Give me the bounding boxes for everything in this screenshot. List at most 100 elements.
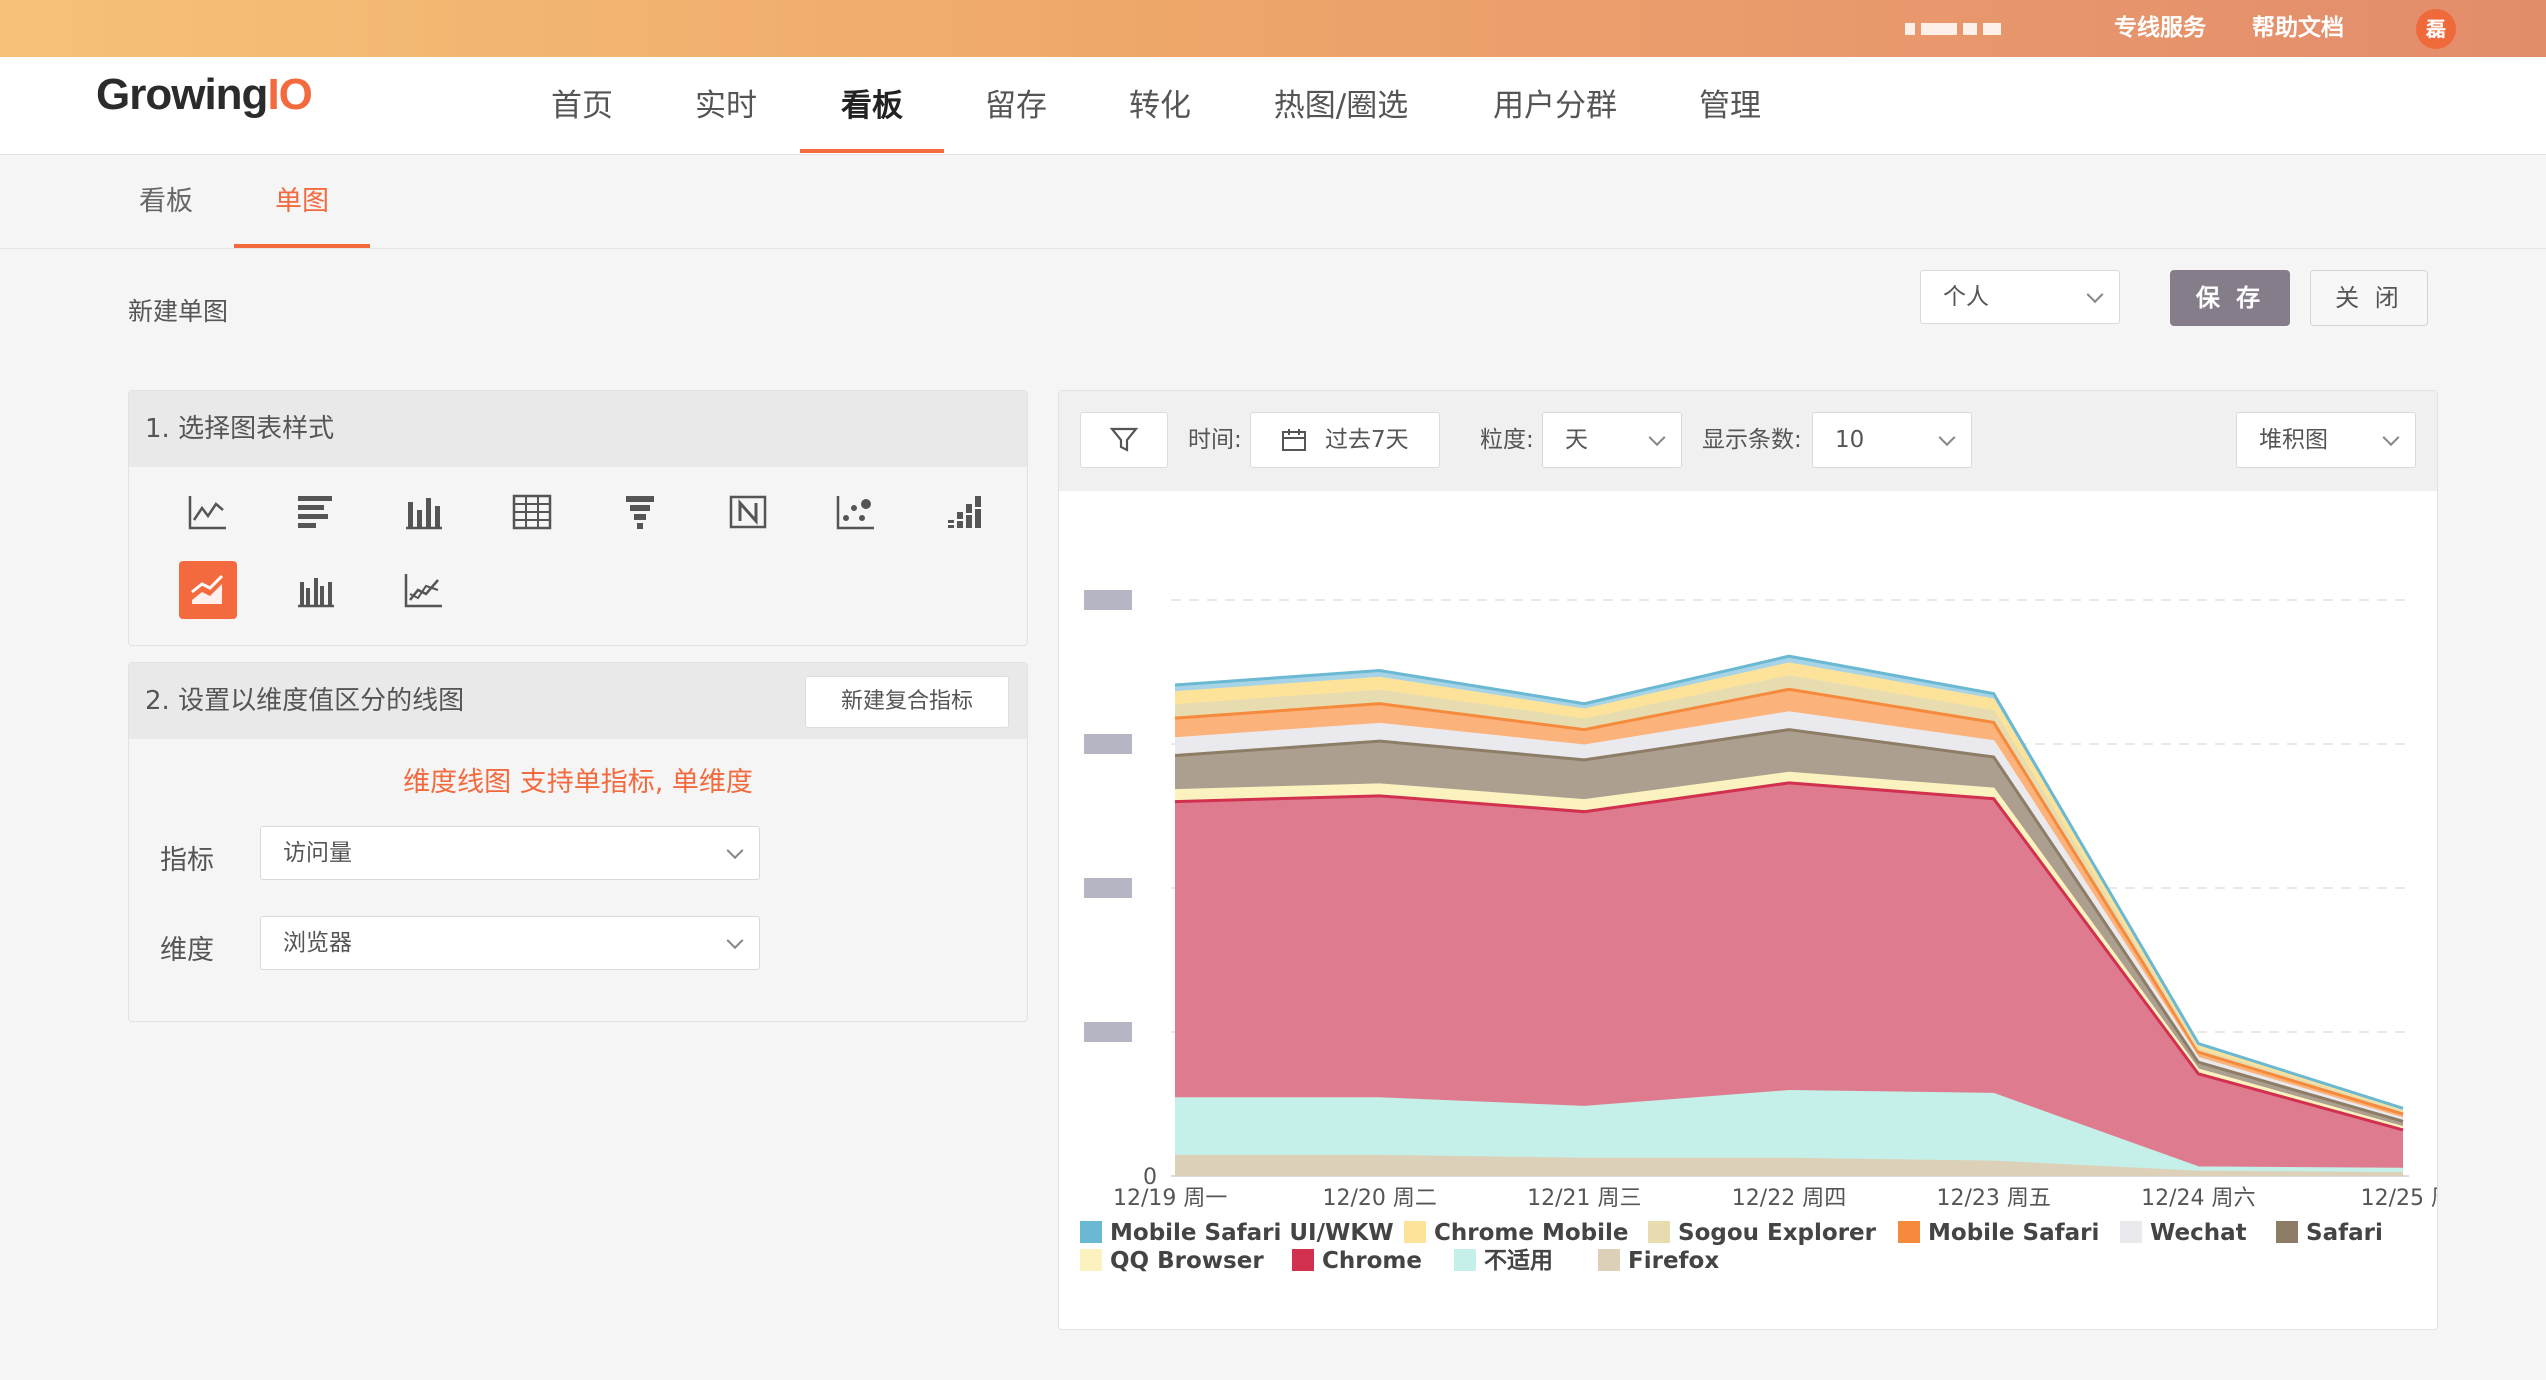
legend-item[interactable]: Wechat — [2120, 1219, 2247, 1247]
stacked-bar-icon[interactable] — [935, 483, 993, 541]
chart-mode-select[interactable]: 堆积图 — [2236, 412, 2416, 468]
dimension-label: 维度 — [160, 935, 214, 966]
nav-heatmap[interactable]: 热图/圈选 — [1258, 57, 1424, 155]
funnel-icon[interactable] — [611, 483, 669, 541]
avatar[interactable]: 磊 — [2416, 9, 2456, 49]
logo-text-main: Growing — [96, 70, 268, 119]
chevron-down-icon — [726, 842, 744, 860]
new-composite-metric-button[interactable]: 新建复合指标 — [805, 676, 1009, 728]
table-icon[interactable] — [503, 483, 561, 541]
legend-label: Mobile Safari — [1928, 1220, 2100, 1246]
dimension-select-value: 浏览器 — [283, 930, 352, 956]
legend-item[interactable]: Mobile Safari UI/WKW — [1080, 1219, 1394, 1247]
number-icon[interactable] — [719, 483, 777, 541]
nav-home[interactable]: 首页 — [532, 57, 632, 155]
nav-dashboard[interactable]: 看板 — [822, 57, 922, 155]
sub-nav — [0, 155, 2546, 249]
filter-button[interactable] — [1080, 412, 1168, 468]
granularity-value: 天 — [1565, 427, 1588, 453]
close-button[interactable]: 关 闭 — [2310, 270, 2428, 326]
legend-label: QQ Browser — [1110, 1248, 1264, 1274]
metric-select-value: 访问量 — [283, 840, 352, 866]
metric-label: 指标 — [160, 845, 214, 876]
x-tick-label: 12/21 周三 — [1527, 1186, 1641, 1211]
legend-label: Chrome Mobile — [1434, 1220, 1629, 1246]
chevron-down-icon — [2382, 429, 2400, 447]
legend-label: Chrome — [1322, 1248, 1422, 1274]
nav-realtime[interactable]: 实时 — [676, 57, 776, 155]
calendar-icon — [1282, 429, 1306, 451]
dimension-select[interactable]: 浏览器 — [260, 916, 760, 970]
scope-select[interactable]: 个人 — [1920, 270, 2120, 324]
legend-item[interactable]: Chrome Mobile — [1404, 1219, 1629, 1247]
time-range-picker[interactable]: 过去7天 — [1250, 412, 1440, 468]
scatter-icon[interactable] — [827, 483, 885, 541]
growingio-logo[interactable]: GrowingIO — [96, 70, 313, 120]
page-title: 新建单图 — [128, 297, 229, 326]
filter-icon — [1109, 427, 1139, 452]
legend-item[interactable]: Sogou Explorer — [1648, 1219, 1876, 1247]
user-name[interactable] — [1905, 18, 2055, 40]
time-range-value: 过去7天 — [1325, 427, 1409, 453]
vertical-bar-icon[interactable] — [395, 483, 453, 541]
time-label: 时间: — [1188, 427, 1242, 453]
legend-label: Sogou Explorer — [1678, 1220, 1876, 1246]
legend-item[interactable]: QQ Browser — [1080, 1247, 1264, 1275]
granularity-select[interactable]: 天 — [1542, 412, 1682, 468]
logo-text-accent: IO — [267, 70, 312, 119]
area-chart-icon[interactable] — [179, 561, 237, 619]
legend-swatch — [1454, 1249, 1476, 1271]
nav-user-segments[interactable]: 用户分群 — [1480, 57, 1630, 155]
legend-label: Wechat — [2150, 1220, 2247, 1246]
dimension-line-icon[interactable] — [395, 561, 453, 619]
legend-label: Firefox — [1628, 1248, 1720, 1274]
legend-item[interactable]: Chrome — [1292, 1247, 1422, 1275]
count-label: 显示条数: — [1702, 427, 1802, 453]
legend-swatch — [1648, 1221, 1670, 1243]
chart-style-panel-title: 1. 选择图表样式 — [129, 391, 1027, 467]
y-tick-label-masked — [1084, 878, 1132, 898]
legend-label: Safari — [2306, 1220, 2383, 1246]
subnav-single-chart[interactable]: 单图 — [252, 155, 352, 249]
legend-swatch — [1080, 1221, 1102, 1243]
granularity-label: 粒度: — [1480, 427, 1534, 453]
nav-manage[interactable]: 管理 — [1680, 57, 1780, 155]
x-tick-label: 12/20 周二 — [1322, 1186, 1436, 1211]
metric-select[interactable]: 访问量 — [260, 826, 760, 880]
legend-swatch — [1898, 1221, 1920, 1243]
chevron-down-icon — [2086, 286, 2104, 304]
legend-item[interactable]: Safari — [2276, 1219, 2383, 1247]
x-tick-label: 12/23 周五 — [1936, 1186, 2050, 1211]
stacked-area-chart: 012/19 周一 12/20 周二 12/21 周三 12/22 周四 12/23 周… — [1084, 590, 2437, 1211]
nav-active-indicator — [800, 149, 944, 153]
legend-label: 不适用 — [1484, 1248, 1553, 1274]
count-select[interactable]: 10 — [1812, 412, 1972, 468]
x-tick-label: 12/22 周四 — [1732, 1186, 1846, 1211]
subnav-dashboard[interactable]: 看板 — [116, 155, 216, 249]
line-chart-icon[interactable] — [179, 483, 237, 541]
y-tick-label-masked — [1084, 734, 1132, 754]
chevron-down-icon — [1938, 429, 1956, 447]
subnav-active-indicator — [234, 244, 370, 248]
chart-mode-value: 堆积图 — [2259, 427, 2328, 453]
save-button[interactable]: 保 存 — [2170, 270, 2290, 326]
legend-label: Mobile Safari UI/WKW — [1110, 1220, 1394, 1246]
nav-conversion[interactable]: 转化 — [1110, 57, 1210, 155]
legend-swatch — [1598, 1249, 1620, 1271]
support-link[interactable]: 专线服务 — [2114, 0, 2206, 57]
legend-swatch — [1292, 1249, 1314, 1271]
chevron-down-icon — [1648, 429, 1666, 447]
nav-retention[interactable]: 留存 — [966, 57, 1066, 155]
legend-swatch — [2120, 1221, 2142, 1243]
legend-item[interactable]: Firefox — [1598, 1247, 1719, 1275]
dimension-bar-icon[interactable] — [287, 561, 345, 619]
horizontal-bar-icon[interactable] — [287, 483, 345, 541]
count-value: 10 — [1835, 427, 1865, 453]
help-docs-link[interactable]: 帮助文档 — [2252, 0, 2344, 57]
legend-item[interactable]: 不适用 — [1454, 1247, 1553, 1275]
legend-swatch — [1080, 1249, 1102, 1271]
chart-style-panel: 1. 选择图表样式 — [128, 390, 1028, 646]
legend-item[interactable]: Mobile Safari — [1898, 1219, 2099, 1247]
scope-select-value: 个人 — [1943, 284, 1989, 310]
config-title-text: 2. 设置以维度值区分的线图 — [145, 686, 465, 716]
